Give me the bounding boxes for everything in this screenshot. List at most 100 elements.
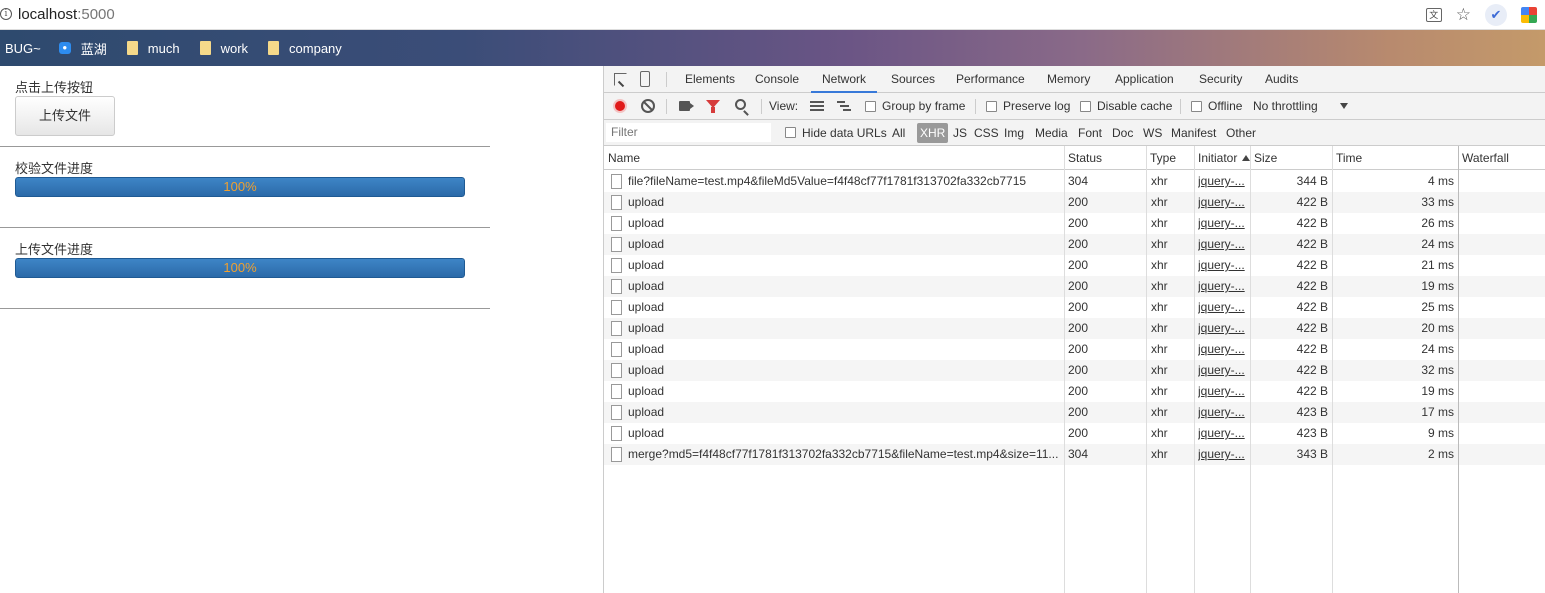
request-size: 422 B [1296, 300, 1328, 314]
table-row[interactable]: upload 200 xhr jquery-... 422 B 33 ms [604, 192, 1545, 213]
table-row[interactable]: file?fileName=test.mp4&fileMd5Value=f4f4… [604, 171, 1545, 192]
type-filter-js[interactable]: JS [953, 120, 967, 146]
capture-screenshots-icon[interactable] [679, 101, 694, 111]
search-icon[interactable] [735, 99, 746, 110]
preserve-log-label[interactable]: Preserve log [1003, 93, 1070, 119]
google-extension-icon[interactable] [1521, 7, 1537, 23]
request-initiator-link[interactable]: jquery-... [1198, 444, 1246, 465]
request-initiator-link[interactable]: jquery-... [1198, 360, 1246, 381]
request-size: 422 B [1296, 237, 1328, 251]
overview-icon[interactable] [837, 101, 851, 111]
request-status: 200 [1068, 384, 1089, 398]
translate-icon[interactable]: 文 [1425, 8, 1442, 22]
type-filter-ws[interactable]: WS [1143, 120, 1162, 146]
preserve-log-checkbox[interactable] [986, 101, 997, 112]
request-initiator-link[interactable]: jquery-... [1198, 171, 1246, 192]
column-type[interactable]: Type [1146, 146, 1194, 170]
table-row[interactable]: upload 200 xhr jquery-... 422 B 32 ms [604, 360, 1545, 381]
tab-sources[interactable]: Sources [891, 66, 935, 93]
request-initiator-link[interactable]: jquery-... [1198, 276, 1246, 297]
tab-memory[interactable]: Memory [1047, 66, 1090, 93]
large-rows-icon[interactable] [810, 101, 824, 111]
group-by-frame-checkbox[interactable] [865, 101, 876, 112]
column-status[interactable]: Status [1064, 146, 1146, 170]
separator [975, 99, 976, 114]
table-row[interactable]: merge?md5=f4f48cf77f1781f313702fa332cb77… [604, 444, 1545, 465]
device-toolbar-icon[interactable] [640, 71, 650, 87]
tab-performance[interactable]: Performance [956, 66, 1025, 93]
request-type: xhr [1151, 195, 1168, 209]
table-row[interactable]: upload 200 xhr jquery-... 422 B 25 ms [604, 297, 1545, 318]
request-initiator-link[interactable]: jquery-... [1198, 192, 1246, 213]
url-port: :5000 [77, 6, 115, 23]
table-row[interactable]: upload 200 xhr jquery-... 422 B 19 ms [604, 381, 1545, 402]
request-status: 200 [1068, 258, 1089, 272]
tab-audits[interactable]: Audits [1265, 66, 1298, 93]
tab-console[interactable]: Console [755, 66, 799, 93]
type-filter-other[interactable]: Other [1226, 120, 1256, 146]
chevron-down-icon[interactable] [1340, 103, 1348, 109]
info-icon[interactable]: i [0, 8, 12, 20]
throttling-select[interactable]: No throttling [1253, 93, 1318, 119]
hide-data-urls-label[interactable]: Hide data URLs [802, 120, 887, 146]
offline-checkbox[interactable] [1191, 101, 1202, 112]
disable-cache-label[interactable]: Disable cache [1097, 93, 1172, 119]
request-initiator-link[interactable]: jquery-... [1198, 318, 1246, 339]
type-filter-media[interactable]: Media [1035, 120, 1068, 146]
table-row[interactable]: upload 200 xhr jquery-... 422 B 21 ms [604, 255, 1545, 276]
request-initiator-link[interactable]: jquery-... [1198, 381, 1246, 402]
bookmark-much[interactable]: much [126, 40, 180, 56]
table-row[interactable]: upload 200 xhr jquery-... 422 B 26 ms [604, 213, 1545, 234]
column-waterfall[interactable]: Waterfall [1458, 146, 1545, 170]
tab-elements[interactable]: Elements [685, 66, 735, 93]
request-initiator-link[interactable]: jquery-... [1198, 402, 1246, 423]
request-initiator-link[interactable]: jquery-... [1198, 423, 1246, 444]
column-size[interactable]: Size [1250, 146, 1332, 170]
table-row[interactable]: upload 200 xhr jquery-... 422 B 19 ms [604, 276, 1545, 297]
tab-security[interactable]: Security [1199, 66, 1242, 93]
type-filter-img[interactable]: Img [1004, 120, 1024, 146]
group-by-frame-label[interactable]: Group by frame [882, 93, 965, 119]
inspect-element-icon[interactable] [614, 73, 627, 86]
filter-input[interactable] [606, 123, 771, 142]
url-field[interactable]: localhost:5000 [18, 6, 115, 23]
bookmark-work[interactable]: work [199, 41, 248, 56]
type-filter-xhr[interactable]: XHR [917, 123, 949, 143]
type-filter-all[interactable]: All [892, 120, 905, 146]
table-row[interactable]: upload 200 xhr jquery-... 422 B 20 ms [604, 318, 1545, 339]
table-row[interactable]: upload 200 xhr jquery-... 423 B 9 ms [604, 423, 1545, 444]
offline-label[interactable]: Offline [1208, 93, 1242, 119]
request-initiator-link[interactable]: jquery-... [1198, 339, 1246, 360]
type-filter-manifest[interactable]: Manifest [1171, 120, 1216, 146]
upload-file-button[interactable]: 上传文件 [15, 96, 115, 136]
tab-network[interactable]: Network [811, 66, 878, 93]
request-initiator-link[interactable]: jquery-... [1198, 297, 1246, 318]
bookmark-bug[interactable]: BUG~ [5, 41, 41, 56]
view-label: View: [769, 99, 799, 113]
bookmark-label: much [147, 40, 180, 56]
type-filter-font[interactable]: Font [1078, 120, 1102, 146]
bookmark-lanhu[interactable]: ● 蓝湖 [58, 39, 107, 58]
hide-data-urls-checkbox[interactable] [785, 127, 796, 138]
type-filter-doc[interactable]: Doc [1112, 120, 1133, 146]
type-filter-css[interactable]: CSS [974, 120, 999, 146]
bookmark-star-icon[interactable]: ☆ [1456, 6, 1471, 24]
column-name[interactable]: Name [604, 146, 1064, 170]
request-initiator-link[interactable]: jquery-... [1198, 234, 1246, 255]
tab-application[interactable]: Application [1115, 66, 1174, 93]
clear-icon[interactable] [641, 99, 655, 113]
bookmark-company[interactable]: company [268, 41, 342, 56]
table-row[interactable]: upload 200 xhr jquery-... 422 B 24 ms [604, 339, 1545, 360]
table-row[interactable]: upload 200 xhr jquery-... 423 B 17 ms [604, 402, 1545, 423]
extension-icon[interactable]: ✔ [1485, 4, 1507, 26]
upload-progress-fill: 100% [15, 258, 465, 278]
request-time: 21 ms [1421, 258, 1454, 272]
request-initiator-link[interactable]: jquery-... [1198, 213, 1246, 234]
record-icon[interactable] [613, 99, 627, 113]
request-initiator-link[interactable]: jquery-... [1198, 255, 1246, 276]
filter-icon[interactable] [706, 100, 720, 113]
table-row[interactable]: upload 200 xhr jquery-... 422 B 24 ms [604, 234, 1545, 255]
request-name: upload [628, 363, 665, 377]
column-time[interactable]: Time [1332, 146, 1458, 170]
disable-cache-checkbox[interactable] [1080, 101, 1091, 112]
